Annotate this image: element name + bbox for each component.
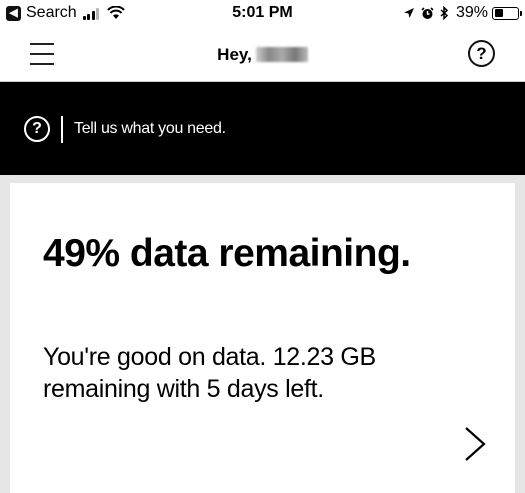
redacted-name xyxy=(255,47,308,62)
battery-icon xyxy=(492,6,522,20)
status-right: 39% xyxy=(397,4,522,22)
alarm-clock-icon xyxy=(421,6,434,19)
app-header: Hey, ? xyxy=(0,29,525,82)
bluetooth-icon xyxy=(440,6,449,20)
data-remaining-title: 49% data remaining. xyxy=(43,232,411,275)
banner-text[interactable]: Tell us what you need. xyxy=(74,120,226,138)
battery-percent: 39% xyxy=(455,4,488,21)
location-arrow-icon xyxy=(403,8,414,18)
chevron-right-icon[interactable] xyxy=(460,425,490,463)
data-usage-card[interactable]: 49% data remaining. You're good on data.… xyxy=(10,183,515,493)
greeting: Hey, xyxy=(0,45,525,65)
help-banner[interactable]: ? Tell us what you need. xyxy=(0,82,525,175)
status-bar: ◀ Search 5:01 PM 39% xyxy=(0,0,525,29)
help-question-icon[interactable]: ? xyxy=(468,40,495,67)
data-remaining-description: You're good on data. 12.23 GB remaining … xyxy=(43,343,376,403)
greeting-text: Hey, xyxy=(217,45,252,64)
banner-divider xyxy=(61,116,63,143)
question-circle-icon: ? xyxy=(24,116,50,142)
